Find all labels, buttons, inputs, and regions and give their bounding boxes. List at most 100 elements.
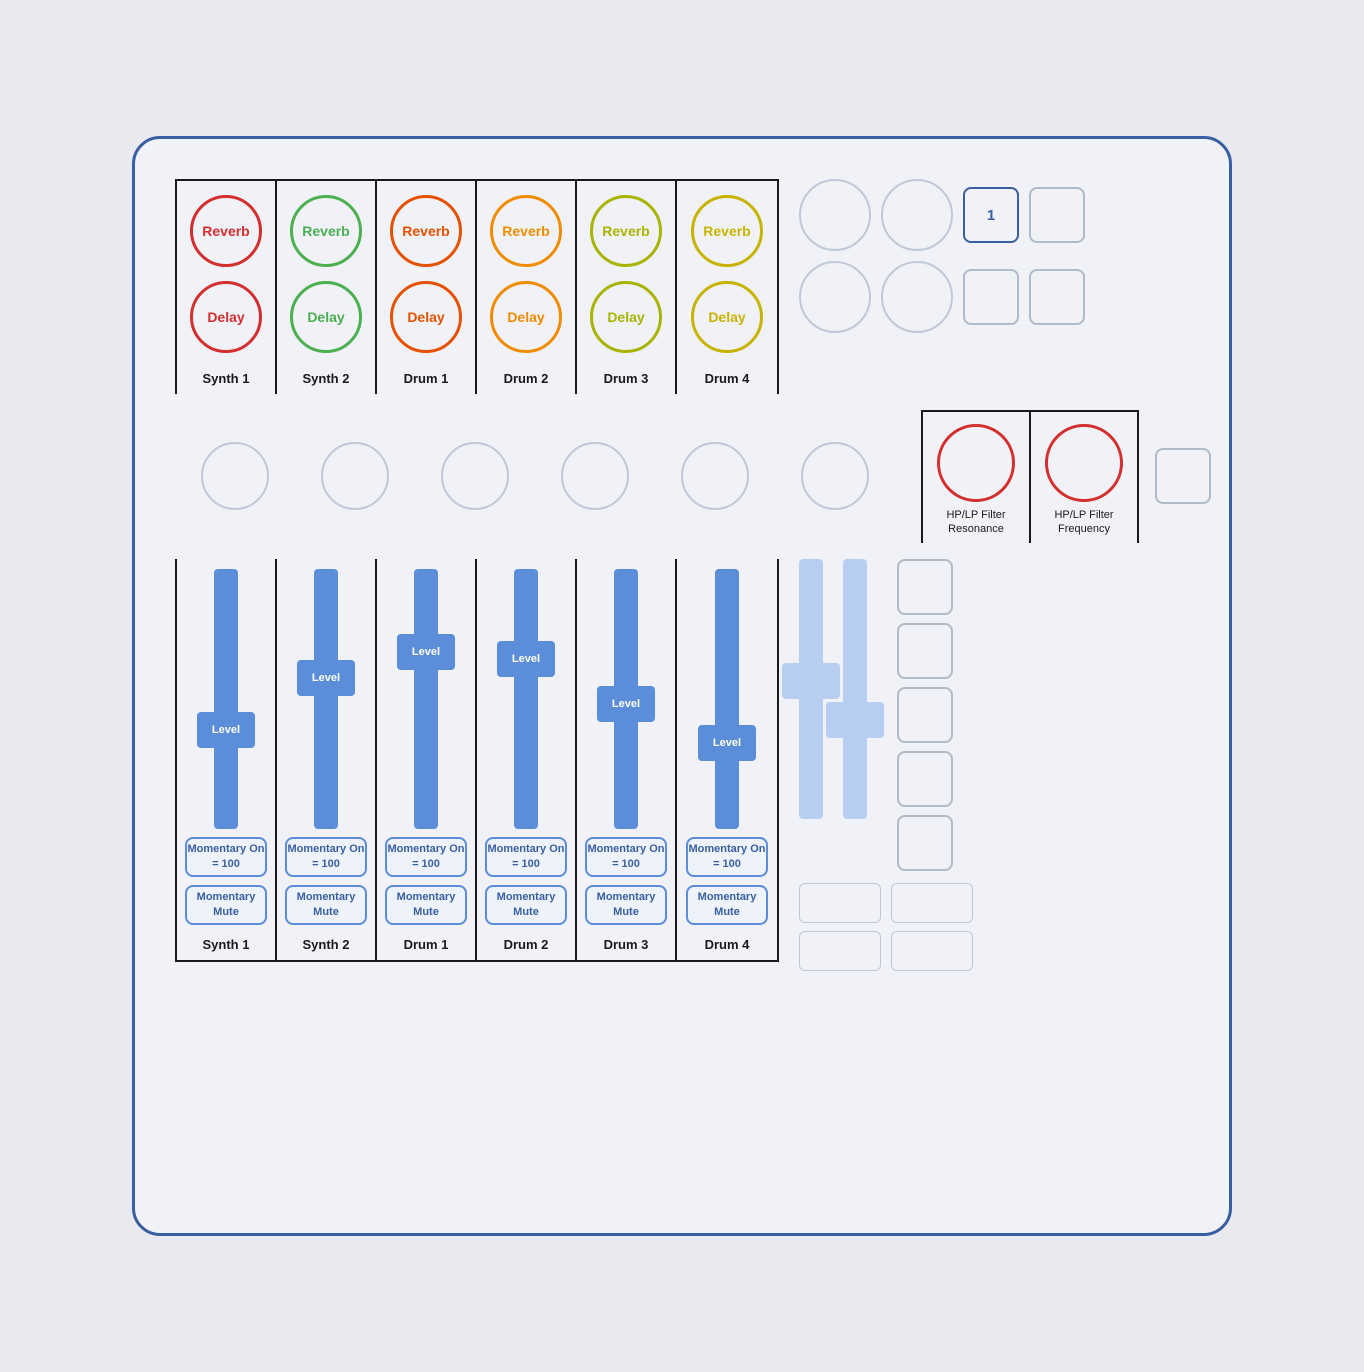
- fader-label-drum2: Level: [512, 653, 540, 665]
- knob-cell-drum4: [785, 436, 885, 516]
- filter-frequency-label: HP/LP Filter Frequency: [1045, 508, 1123, 537]
- right-btn-col-2[interactable]: [897, 623, 953, 679]
- momentary-mute-btn-drum4[interactable]: Momentary Mute: [686, 885, 768, 925]
- right-btn-col-5[interactable]: [897, 815, 953, 871]
- reverb-btn-drum1[interactable]: Reverb: [390, 195, 462, 267]
- reverb-btn-drum2[interactable]: Reverb: [490, 195, 562, 267]
- bottom-label-synth2: Synth 2: [303, 937, 350, 952]
- fader-col-synth2: Level Momentary On = 100 Momentary Mute …: [277, 559, 377, 960]
- channel-drum3-top: Reverb Delay Drum 3: [577, 181, 677, 394]
- momentary-on-btn-drum2[interactable]: Momentary On = 100: [485, 837, 567, 877]
- knob-right-3[interactable]: [799, 261, 871, 333]
- filter-resonance-knob[interactable]: [937, 424, 1015, 502]
- btn-active-1[interactable]: 1: [963, 187, 1019, 243]
- knob-synth2[interactable]: [321, 442, 389, 510]
- channel-label-synth1: Synth 1: [203, 371, 250, 386]
- btn-right-3[interactable]: [1029, 269, 1085, 325]
- momentary-on-btn-synth1[interactable]: Momentary On = 100: [185, 837, 267, 877]
- momentary-on-btn-drum4[interactable]: Momentary On = 100: [686, 837, 768, 877]
- momentary-mute-btn-drum1[interactable]: Momentary Mute: [385, 885, 467, 925]
- light-fader-handle-2[interactable]: [826, 702, 884, 738]
- knob-cell-synth2: [305, 436, 405, 516]
- top-section: Reverb Delay Synth 1 Reverb Delay Synth …: [175, 179, 1189, 394]
- momentary-on-btn-drum1[interactable]: Momentary On = 100: [385, 837, 467, 877]
- right-bottom-btn-2[interactable]: [891, 883, 973, 923]
- fader-handle-synth2[interactable]: Level: [297, 660, 355, 696]
- knob-drum4[interactable]: [801, 442, 869, 510]
- middle-row: HP/LP Filter Resonance HP/LP Filter Freq…: [175, 410, 1189, 543]
- knob-synth1[interactable]: [201, 442, 269, 510]
- momentary-mute-btn-synth1[interactable]: Momentary Mute: [185, 885, 267, 925]
- channel-label-synth2: Synth 2: [303, 371, 350, 386]
- momentary-on-btn-drum3[interactable]: Momentary On = 100: [585, 837, 667, 877]
- fader-handle-drum3[interactable]: Level: [597, 686, 655, 722]
- knob-cell-synth1: [185, 436, 285, 516]
- reverb-btn-synth1[interactable]: Reverb: [190, 195, 262, 267]
- fader-col-drum3: Level Momentary On = 100 Momentary Mute …: [577, 559, 677, 960]
- reverb-btn-drum4[interactable]: Reverb: [691, 195, 763, 267]
- channel-label-drum1: Drum 1: [404, 371, 449, 386]
- fader-label-drum3: Level: [612, 698, 640, 710]
- bottom-label-drum2: Drum 2: [504, 937, 549, 952]
- channels-bottom-group: Level Momentary On = 100 Momentary Mute …: [175, 559, 779, 962]
- reverb-btn-drum3[interactable]: Reverb: [590, 195, 662, 267]
- knob-right-1[interactable]: [799, 179, 871, 251]
- momentary-mute-btn-synth2[interactable]: Momentary Mute: [285, 885, 367, 925]
- fader-handle-drum1[interactable]: Level: [397, 634, 455, 670]
- delay-btn-drum4[interactable]: Delay: [691, 281, 763, 353]
- knob-drum3[interactable]: [681, 442, 749, 510]
- knob-right-4[interactable]: [881, 261, 953, 333]
- bottom-section: Level Momentary On = 100 Momentary Mute …: [175, 559, 1189, 971]
- fader-track-drum4: Level: [715, 569, 739, 829]
- btn-right-mid-1[interactable]: [1155, 448, 1211, 504]
- btn-right-2[interactable]: [963, 269, 1019, 325]
- knob-cell-drum2: [545, 436, 645, 516]
- fader-col-drum1: Level Momentary On = 100 Momentary Mute …: [377, 559, 477, 960]
- right-bottom-btn-4[interactable]: [891, 931, 973, 971]
- btn-right-1[interactable]: [1029, 187, 1085, 243]
- bottom-label-drum3: Drum 3: [604, 937, 649, 952]
- channels-top-group: Reverb Delay Synth 1 Reverb Delay Synth …: [175, 179, 779, 394]
- midi-controller: Reverb Delay Synth 1 Reverb Delay Synth …: [132, 136, 1232, 1236]
- fader-track-drum2: Level: [514, 569, 538, 829]
- delay-btn-synth1[interactable]: Delay: [190, 281, 262, 353]
- delay-btn-drum1[interactable]: Delay: [390, 281, 462, 353]
- fader-col-synth1: Level Momentary On = 100 Momentary Mute …: [177, 559, 277, 960]
- knob-drum2[interactable]: [561, 442, 629, 510]
- right-bottom-controls: [799, 559, 973, 971]
- knob-right-2[interactable]: [881, 179, 953, 251]
- momentary-mute-btn-drum2[interactable]: Momentary Mute: [485, 885, 567, 925]
- light-fader-1-wrapper: [799, 559, 823, 819]
- right-bottom-btns-row2: [799, 931, 973, 971]
- fader-track-drum3: Level: [614, 569, 638, 829]
- right-btn-col-1[interactable]: [897, 559, 953, 615]
- light-fader-2-wrapper: [843, 559, 867, 819]
- delay-btn-drum3[interactable]: Delay: [590, 281, 662, 353]
- bottom-label-synth1: Synth 1: [203, 937, 250, 952]
- right-btn-col-4[interactable]: [897, 751, 953, 807]
- channel-drum4-top: Reverb Delay Drum 4: [677, 181, 777, 394]
- channel-label-drum4: Drum 4: [705, 371, 750, 386]
- right-bottom-btn-3[interactable]: [799, 931, 881, 971]
- knob-drum1[interactable]: [441, 442, 509, 510]
- right-btn-col-3[interactable]: [897, 687, 953, 743]
- filter-frequency-knob[interactable]: [1045, 424, 1123, 502]
- fader-handle-drum2[interactable]: Level: [497, 641, 555, 677]
- light-fader-2: [843, 559, 867, 819]
- channel-synth2-top: Reverb Delay Synth 2: [277, 181, 377, 394]
- delay-btn-synth2[interactable]: Delay: [290, 281, 362, 353]
- right-bottom-btns-row: [799, 883, 973, 923]
- right-bottom-btn-1[interactable]: [799, 883, 881, 923]
- delay-btn-drum2[interactable]: Delay: [490, 281, 562, 353]
- fader-handle-synth1[interactable]: Level: [197, 712, 255, 748]
- light-fader-handle-1[interactable]: [782, 663, 840, 699]
- fader-handle-drum4[interactable]: Level: [698, 725, 756, 761]
- light-faders-row: [799, 559, 973, 871]
- fader-label-synth2: Level: [312, 672, 340, 684]
- fader-track-inner-drum2: [514, 569, 538, 829]
- fader-label-synth1: Level: [212, 724, 240, 736]
- reverb-btn-synth2[interactable]: Reverb: [290, 195, 362, 267]
- momentary-mute-btn-drum3[interactable]: Momentary Mute: [585, 885, 667, 925]
- momentary-on-btn-synth2[interactable]: Momentary On = 100: [285, 837, 367, 877]
- fader-track-synth1: Level: [214, 569, 238, 829]
